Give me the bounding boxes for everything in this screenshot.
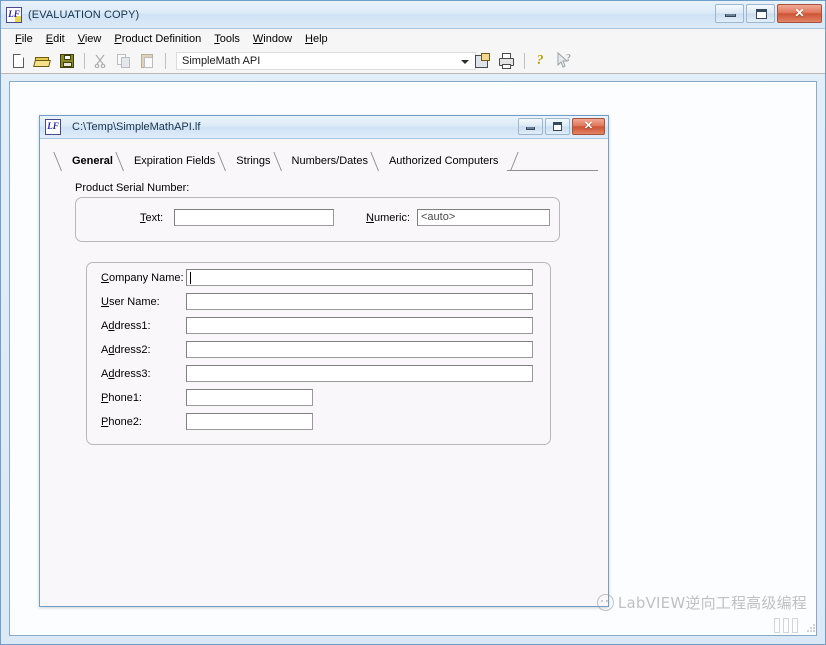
paste-button[interactable] xyxy=(137,51,159,71)
watermark-text: LabVIEW逆向工程高级编程 xyxy=(617,594,807,612)
address2-input[interactable] xyxy=(186,341,533,358)
minimize-button[interactable] xyxy=(715,4,744,23)
minimize-icon xyxy=(526,127,535,130)
company-name-input[interactable] xyxy=(186,269,533,286)
product-combobox-value: SimpleMath API xyxy=(182,54,261,67)
serial-numeric-input[interactable]: <auto> xyxy=(417,209,550,226)
document-minimize-button[interactable] xyxy=(518,118,543,135)
company-name-label: Company Name: xyxy=(101,272,184,284)
address3-label: Address3: xyxy=(101,368,151,380)
document-window: LF C:\Temp\SimpleMathAPI.lf ✕ General Ex… xyxy=(39,115,609,607)
toolbar-separator-1 xyxy=(84,52,85,69)
toolbar-separator-3 xyxy=(524,53,525,69)
customer-info-group: Company Name: User Name: Address1: Addre… xyxy=(86,262,551,445)
serial-text-input[interactable] xyxy=(174,209,334,226)
new-file-icon xyxy=(13,53,24,68)
toolbar-separator-2 xyxy=(165,52,166,69)
tab-label: Numbers/Dates xyxy=(291,155,368,167)
tab-expiration-fields[interactable]: Expiration Fields xyxy=(121,152,225,171)
serial-text-label: Text: xyxy=(140,212,164,224)
scissors-icon xyxy=(94,54,106,68)
address1-input[interactable] xyxy=(186,317,533,334)
menu-tools[interactable]: Tools xyxy=(208,32,247,46)
tab-label: General xyxy=(72,155,113,167)
product-serial-number-heading: Product Serial Number: xyxy=(75,182,190,194)
mdi-client-area: LF C:\Temp\SimpleMathAPI.lf ✕ General Ex… xyxy=(9,81,817,636)
document-window-controls: ✕ xyxy=(518,118,605,135)
close-icon: ✕ xyxy=(583,120,594,132)
tab-label: Expiration Fields xyxy=(133,155,216,167)
application-window: LF (EVALUATION COPY) ✕ File Edit View Pr… xyxy=(0,0,826,645)
chevron-down-icon xyxy=(461,59,469,64)
maximize-icon xyxy=(553,122,562,131)
product-serial-number-group: Text: Numeric: <auto> xyxy=(75,197,560,242)
menu-view[interactable]: View xyxy=(72,32,109,46)
svg-text:?: ? xyxy=(566,53,571,64)
menubar: File Edit View Product Definition Tools … xyxy=(1,29,825,48)
maximize-button[interactable] xyxy=(746,4,775,23)
open-button[interactable] xyxy=(32,51,54,71)
close-button[interactable]: ✕ xyxy=(777,4,822,23)
address1-label: Address1: xyxy=(101,320,151,332)
tab-label: Strings xyxy=(236,155,271,167)
help-button[interactable]: ? xyxy=(529,51,551,71)
tabstrip: General Expiration Fields Strings Number… xyxy=(60,151,598,172)
menu-window[interactable]: Window xyxy=(247,32,299,46)
tabs-row: General Expiration Fields Strings Number… xyxy=(60,151,508,172)
menu-file[interactable]: File xyxy=(9,32,40,46)
phone2-input[interactable] xyxy=(186,413,313,430)
cut-button[interactable] xyxy=(89,51,111,71)
toolbar: SimpleMath API ? ? xyxy=(1,48,825,74)
properties-button[interactable] xyxy=(472,51,494,71)
watermark: LabVIEW逆向工程高级编程 xyxy=(596,592,807,613)
document-close-button[interactable]: ✕ xyxy=(572,118,605,135)
print-button[interactable] xyxy=(496,51,518,71)
save-floppy-icon xyxy=(60,53,74,68)
document-title: C:\Temp\SimpleMathAPI.lf xyxy=(72,121,201,133)
question-mark-icon: ? xyxy=(536,53,544,68)
tab-strings[interactable]: Strings xyxy=(224,152,280,171)
phone1-label: Phone1: xyxy=(101,392,142,404)
whats-this-button[interactable]: ? xyxy=(553,51,575,71)
tab-authorized-computers[interactable]: Authorized Computers xyxy=(376,152,508,171)
menu-product-definition[interactable]: Product Definition xyxy=(108,32,208,46)
minimize-icon xyxy=(725,14,736,17)
menu-edit[interactable]: Edit xyxy=(40,32,72,46)
phone1-input[interactable] xyxy=(186,389,313,406)
user-name-label: User Name: xyxy=(101,296,160,308)
wechat-logo-icon xyxy=(596,594,614,611)
resize-grip-icon xyxy=(807,624,815,632)
tab-label: Authorized Computers xyxy=(388,155,499,167)
address2-label: Address2: xyxy=(101,344,151,356)
user-name-input[interactable] xyxy=(186,293,533,310)
whats-this-cursor-icon: ? xyxy=(557,51,571,68)
copy-button[interactable] xyxy=(113,51,135,71)
window-title: (EVALUATION COPY) xyxy=(28,8,140,21)
serial-numeric-label: Numeric: xyxy=(366,212,411,224)
text-caret xyxy=(190,272,191,284)
lf-app-icon: LF xyxy=(6,6,22,23)
document-body: General Expiration Fields Strings Number… xyxy=(40,139,608,606)
close-icon: ✕ xyxy=(794,6,805,20)
tab-general[interactable]: General xyxy=(60,152,122,172)
save-button[interactable] xyxy=(56,51,78,71)
tab-numbers-dates[interactable]: Numbers/Dates xyxy=(279,152,377,171)
document-maximize-button[interactable] xyxy=(545,118,570,135)
lf-document-icon: LF xyxy=(45,119,61,135)
maximize-icon xyxy=(756,9,767,19)
new-button[interactable] xyxy=(8,51,30,71)
menu-help[interactable]: Help xyxy=(299,32,335,46)
main-window-controls: ✕ xyxy=(715,4,822,23)
address3-input[interactable] xyxy=(186,365,533,382)
toolbar-right-group: ? ? xyxy=(472,51,577,71)
document-titlebar: LF C:\Temp\SimpleMathAPI.lf ✕ xyxy=(40,116,608,139)
product-combobox[interactable]: SimpleMath API xyxy=(176,51,476,70)
watermark-bars xyxy=(774,618,798,633)
main-titlebar: LF (EVALUATION COPY) ✕ xyxy=(1,1,825,29)
phone2-label: Phone2: xyxy=(101,416,142,428)
